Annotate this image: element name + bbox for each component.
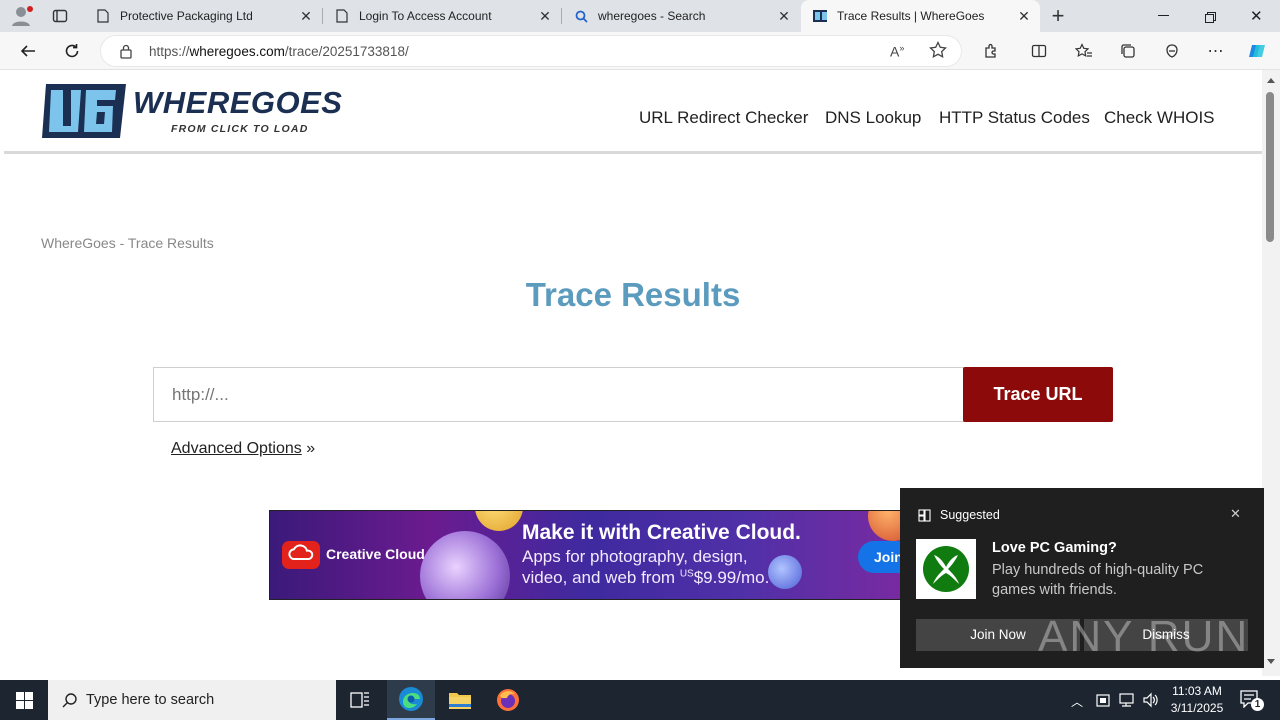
- wheregoes-favicon: [813, 9, 827, 23]
- toast-header: Suggested: [940, 508, 1000, 522]
- new-tab-icon[interactable]: +: [1048, 5, 1068, 27]
- minimize-icon[interactable]: [1158, 15, 1169, 16]
- lock-icon[interactable]: [119, 44, 133, 64]
- favorite-star-icon[interactable]: [929, 40, 947, 64]
- trace-url-input[interactable]: [153, 367, 964, 422]
- read-aloud-icon[interactable]: A»: [890, 43, 904, 60]
- ad-body-line2: video, and web from US$9.99/mo.: [522, 568, 770, 587]
- suggested-icon: [918, 509, 931, 527]
- scroll-up-icon[interactable]: [1267, 78, 1275, 83]
- clock-date: 3/11/2025: [1170, 701, 1224, 715]
- notification-toast: Suggested ✕ Love PC Gaming? Play hundred…: [900, 488, 1264, 668]
- page-title: Trace Results: [525, 276, 741, 313]
- tab-actions-icon[interactable]: [52, 8, 68, 24]
- notification-count-badge: 1: [1251, 698, 1264, 711]
- window-close-icon[interactable]: ✕: [1250, 7, 1264, 25]
- toast-body: Play hundreds of high-quality PC games w…: [992, 562, 1204, 598]
- tab-title: Protective Packaging Ltd: [120, 9, 253, 23]
- dismiss-button[interactable]: Dismiss: [1084, 619, 1248, 651]
- advanced-options: Advanced Options »: [171, 440, 315, 458]
- security-tray-icon[interactable]: [1096, 692, 1110, 713]
- windows-start-icon[interactable]: [16, 692, 33, 714]
- tab-strip: Protective Packaging Ltd ✕ Login To Acce…: [0, 0, 1280, 32]
- taskbar-search[interactable]: Type here to search: [48, 680, 336, 720]
- nav-dns-lookup[interactable]: DNS Lookup: [825, 108, 921, 128]
- tab-login[interactable]: Login To Access Account ✕: [323, 0, 561, 32]
- address-bar[interactable]: https://wheregoes.com/trace/20251733818/…: [100, 35, 962, 67]
- search-icon: [62, 692, 78, 708]
- tab-title: Trace Results | WhereGoes: [837, 9, 985, 23]
- close-icon[interactable]: ✕: [1016, 8, 1032, 24]
- breadcrumb: WhereGoes - Trace Results: [41, 235, 214, 251]
- ad-planet-left: [420, 531, 510, 599]
- scroll-thumb[interactable]: [1266, 92, 1274, 242]
- close-icon[interactable]: ✕: [298, 8, 314, 24]
- logo-tagline: FROM CLICK TO LOAD: [171, 123, 309, 135]
- close-icon[interactable]: ✕: [776, 8, 792, 24]
- favorites-icon[interactable]: [1070, 37, 1098, 65]
- scroll-down-icon[interactable]: [1267, 659, 1275, 664]
- volume-icon[interactable]: [1142, 692, 1160, 713]
- network-icon[interactable]: [1118, 692, 1136, 713]
- clock[interactable]: 11:03 AM 3/11/2025: [1160, 683, 1234, 717]
- tab-trace-results[interactable]: Trace Results | WhereGoes ✕: [801, 0, 1040, 32]
- xbox-icon: [916, 539, 976, 599]
- extensions-icon[interactable]: [977, 37, 1005, 65]
- advanced-options-chevron: »: [306, 440, 316, 457]
- tab-protective-packaging[interactable]: Protective Packaging Ltd ✕: [84, 0, 322, 32]
- nav-http-status-codes[interactable]: HTTP Status Codes: [939, 108, 1090, 128]
- advanced-options-link[interactable]: Advanced Options: [171, 440, 302, 457]
- split-screen-icon[interactable]: [1025, 37, 1053, 65]
- logo-name: WHEREGOES: [133, 85, 343, 120]
- ad-planet-right: [768, 555, 802, 589]
- edge-taskbar-icon[interactable]: [387, 680, 435, 720]
- tab-wheregoes-search[interactable]: wheregoes - Search ✕: [562, 0, 800, 32]
- taskbar: Type here to search ︿ 11:03 AM 3/11/2025…: [0, 680, 1280, 720]
- logo-mark-icon: [42, 84, 126, 138]
- browser-toolbar: https://wheregoes.com/trace/20251733818/…: [0, 32, 1280, 70]
- taskbar-search-text: Type here to search: [86, 692, 215, 708]
- tab-title: Login To Access Account: [359, 9, 492, 23]
- collections-icon[interactable]: [1114, 37, 1142, 65]
- profile-icon[interactable]: [10, 5, 34, 27]
- page-scrollbar[interactable]: [1262, 70, 1280, 676]
- page-icon: [335, 9, 349, 23]
- ad-brand: Creative Cloud: [326, 546, 425, 562]
- restore-icon[interactable]: [1205, 10, 1216, 23]
- ad-banner[interactable]: Creative Cloud Make it with Creative Clo…: [269, 510, 909, 600]
- toast-title: Love PC Gaming?: [992, 540, 1117, 556]
- browser-essentials-icon[interactable]: [1158, 37, 1186, 65]
- clock-time: 11:03 AM: [1172, 684, 1222, 698]
- site-logo[interactable]: WHEREGOES FROM CLICK TO LOAD: [42, 82, 342, 142]
- site-header: WHEREGOES FROM CLICK TO LOAD URL Redirec…: [4, 70, 1262, 154]
- action-center-icon[interactable]: 1: [1240, 690, 1264, 713]
- search-icon: [574, 9, 588, 23]
- ad-planet-top: [475, 511, 523, 531]
- nav-check-whois[interactable]: Check WHOIS: [1104, 108, 1215, 128]
- refresh-icon[interactable]: [58, 37, 86, 65]
- file-explorer-icon[interactable]: [448, 690, 472, 715]
- nav-url-redirect-checker[interactable]: URL Redirect Checker: [639, 108, 808, 128]
- ad-headline: Make it with Creative Cloud.: [522, 521, 801, 544]
- copilot-icon[interactable]: [1244, 37, 1272, 65]
- tab-title: wheregoes - Search: [598, 9, 706, 23]
- back-icon[interactable]: [14, 37, 42, 65]
- toast-close-icon[interactable]: ✕: [1230, 506, 1241, 522]
- trace-url-button[interactable]: Trace URL: [963, 367, 1113, 422]
- firefox-icon[interactable]: [496, 688, 520, 717]
- close-icon[interactable]: ✕: [537, 8, 553, 24]
- task-view-icon[interactable]: [350, 691, 370, 714]
- url-text[interactable]: https://wheregoes.com/trace/20251733818/: [149, 44, 409, 59]
- more-menu-icon[interactable]: ⋯: [1202, 37, 1230, 65]
- join-now-button[interactable]: Join Now: [916, 619, 1080, 651]
- tray-chevron-icon[interactable]: ︿: [1071, 693, 1083, 710]
- creative-cloud-logo-icon: [282, 541, 320, 574]
- ad-body-line1: Apps for photography, design,: [522, 547, 748, 566]
- page-icon: [96, 9, 110, 23]
